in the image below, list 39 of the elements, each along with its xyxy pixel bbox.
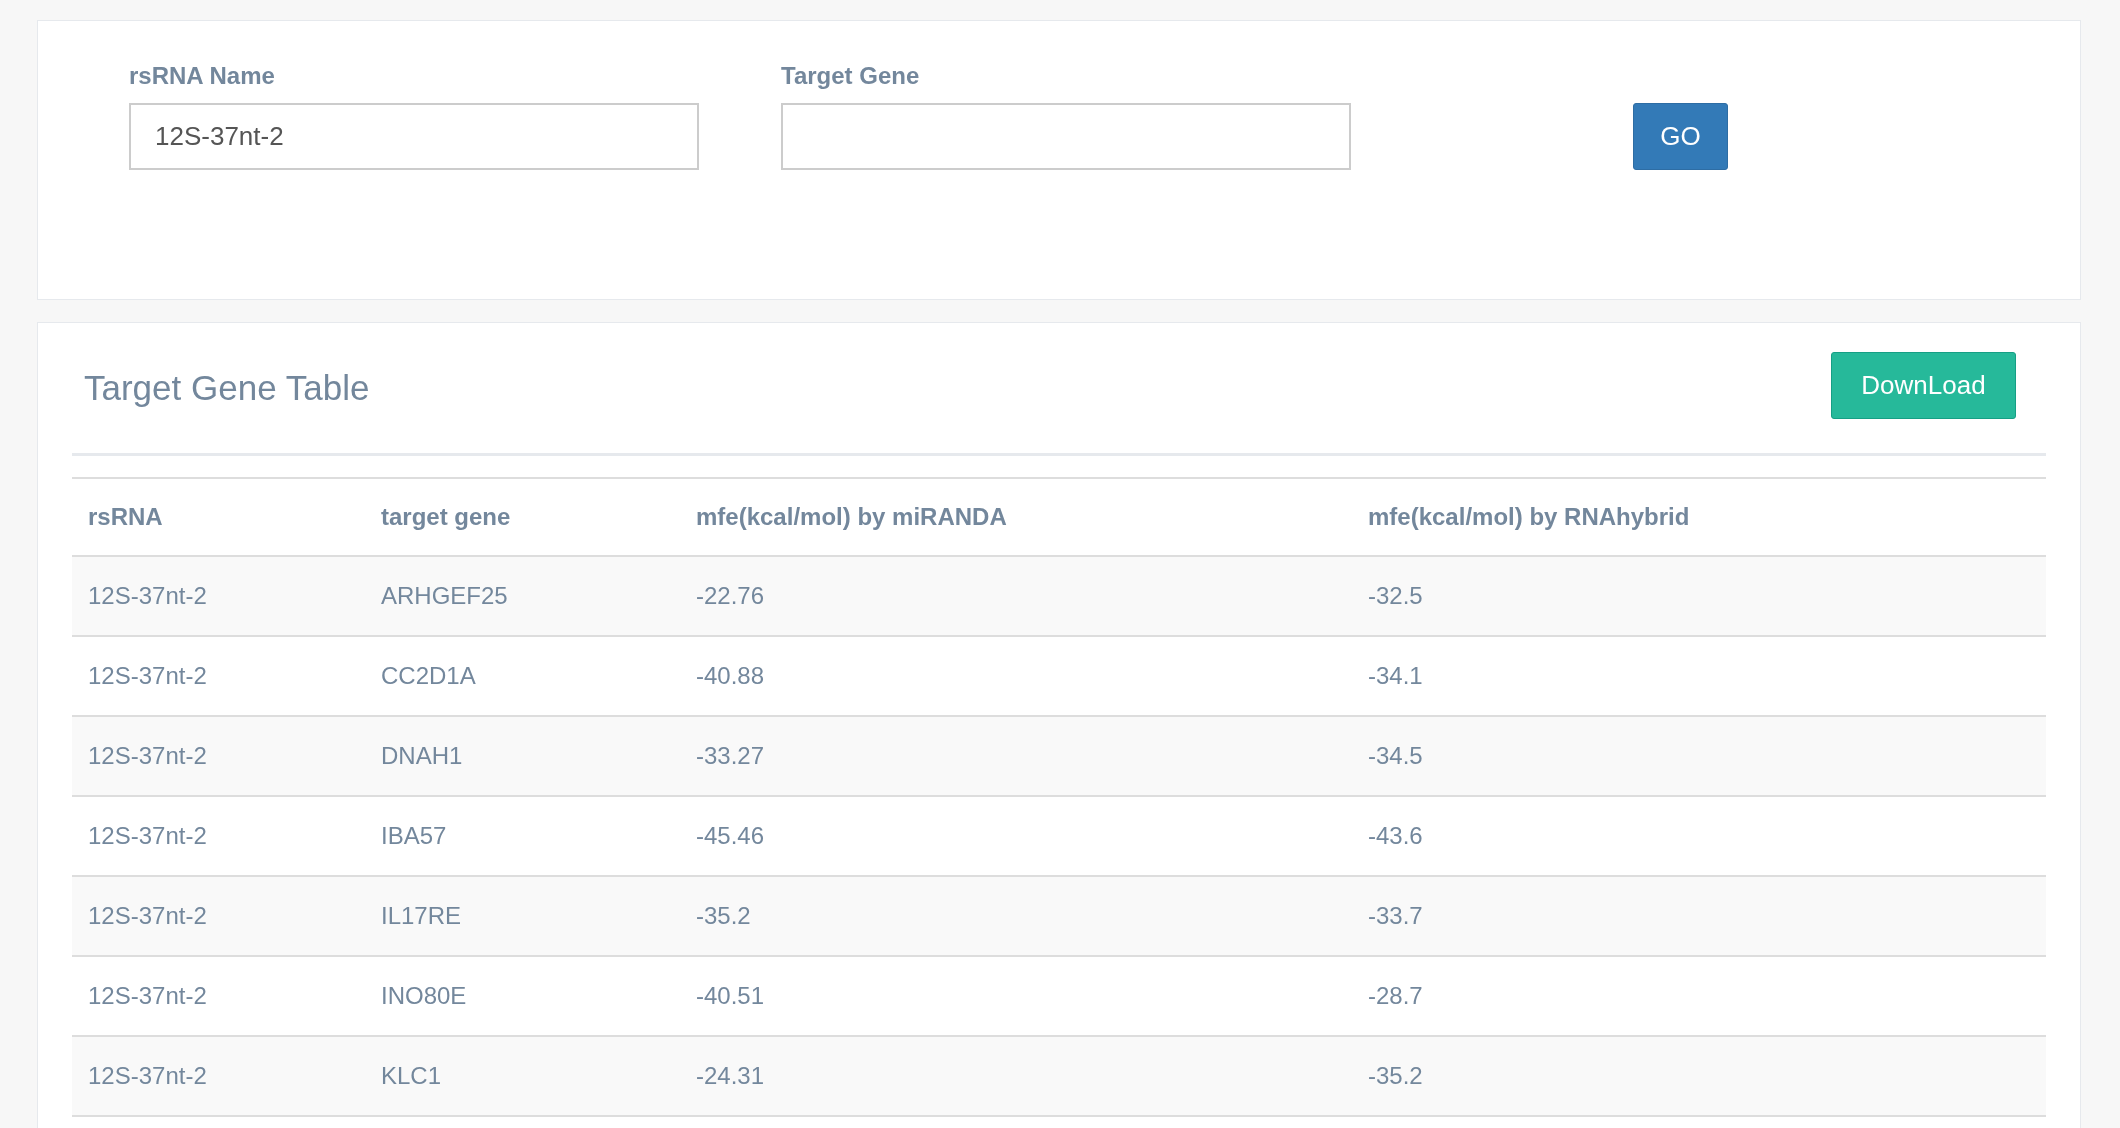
- table-cell: -34.5: [1368, 742, 1423, 769]
- go-button[interactable]: GO: [1633, 103, 1728, 170]
- input-field[interactable]: [781, 103, 1351, 170]
- table-cell: INO80E: [381, 982, 467, 1009]
- table-cell: -22.76: [696, 582, 765, 609]
- table-cell: CC2D1A: [381, 662, 476, 689]
- table-cell: IL17RE: [381, 902, 462, 929]
- table-cell: 12S-37nt-2: [88, 742, 207, 769]
- table-cell: -35.2: [1368, 1062, 1423, 1089]
- column-header: mfe(kcal/mol) by RNAhybrid: [1368, 503, 1690, 530]
- table-title: Target Gene Table: [84, 366, 370, 409]
- table-cell: ARHGEF25: [381, 582, 508, 609]
- table-cell: KLC1: [381, 1062, 442, 1089]
- table-cell: -24.31: [696, 1062, 765, 1089]
- table-cell: 12S-37nt-2: [88, 662, 207, 689]
- input-field[interactable]: 12S-37nt-2: [129, 103, 699, 170]
- table-cell: 12S-37nt-2: [88, 982, 207, 1009]
- table-cell: -32.5: [1368, 582, 1423, 609]
- table-cell: 12S-37nt-2: [88, 822, 207, 849]
- table-cell: -33.7: [1368, 902, 1423, 929]
- table-cell: DNAH1: [381, 742, 463, 769]
- table-cell: 12S-37nt-2: [88, 582, 207, 609]
- table-cell: 12S-37nt-2: [88, 902, 207, 929]
- table-cell: -28.7: [1368, 982, 1423, 1009]
- download-button[interactable]: DownLoad: [1831, 351, 2016, 419]
- field-label: rsRNA Name: [129, 61, 276, 91]
- table-cell: -34.1: [1368, 662, 1423, 689]
- table-cell: -45.46: [696, 822, 765, 849]
- column-header: target gene: [381, 503, 511, 530]
- table-cell: -40.88: [696, 662, 765, 689]
- table-cell: IBA57: [381, 822, 447, 849]
- column-header: mfe(kcal/mol) by miRANDA: [696, 503, 1007, 530]
- field-label: Target Gene: [781, 61, 921, 91]
- table-cell: -40.51: [696, 982, 765, 1009]
- table-cell: -43.6: [1368, 822, 1423, 849]
- column-header: rsRNA: [88, 503, 163, 530]
- table-cell: -33.27: [696, 742, 765, 769]
- table-cell: -35.2: [696, 902, 751, 929]
- table-cell: 12S-37nt-2: [88, 1062, 207, 1089]
